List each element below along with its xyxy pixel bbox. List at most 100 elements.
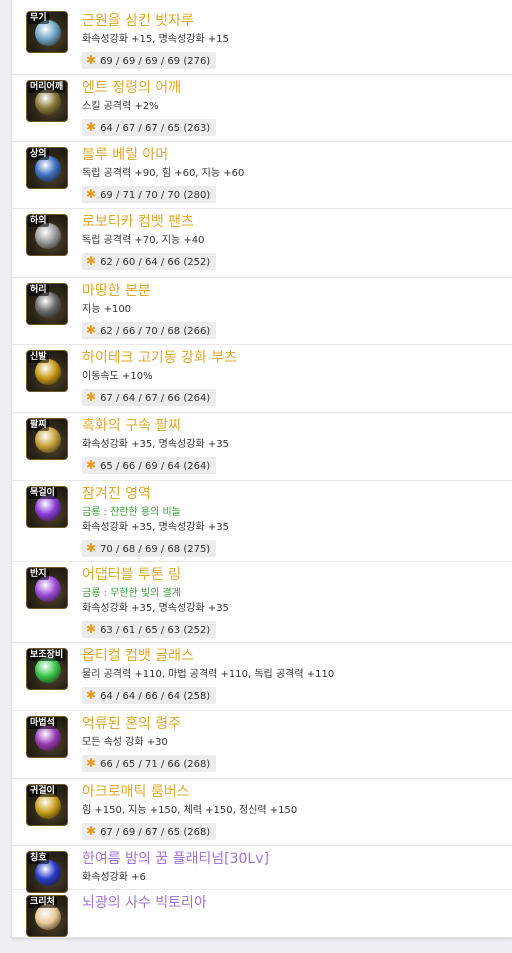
item-option: 지능 +100	[82, 304, 132, 315]
item-stats-value: 69 / 71 / 70 / 70 (280)	[100, 190, 211, 201]
item-name[interactable]: 엔트 정령의 어깨	[82, 79, 181, 97]
item-icon[interactable]: 신발	[26, 350, 68, 392]
item-name[interactable]: 아크로매틱 룸버스	[82, 783, 190, 801]
item-option: 화속성강화 +35, 명속성강화 +35	[82, 439, 229, 450]
slot-label: 신발	[28, 352, 49, 363]
item-option: 독립 공격력 +90, 힘 +60, 지능 +60	[82, 168, 245, 179]
item-icon[interactable]: 무기	[26, 11, 68, 53]
star-icon: ✱	[86, 120, 97, 134]
star-icon: ✱	[86, 254, 97, 268]
star-icon: ✱	[86, 187, 97, 201]
star-icon: ✱	[86, 323, 97, 337]
star-icon: ✱	[86, 688, 97, 702]
item-stats-value: 64 / 67 / 67 / 65 (263)	[100, 123, 211, 134]
item-icon[interactable]: 목걸이	[26, 486, 68, 528]
item-name[interactable]: 흑화의 구속 팔찌	[82, 417, 181, 435]
item-stats-value: 62 / 66 / 70 / 68 (266)	[100, 326, 211, 337]
item-name[interactable]: 억류된 혼의 령주	[82, 715, 181, 733]
item-option: 독립 공격력 +70, 지능 +40	[82, 235, 205, 246]
equipment-row[interactable]: 무기 근원을 삼킨 빗자루화속성강화 +15, 명속성강화 +15 ✱ 69 / 69…	[12, 0, 512, 75]
item-stats-value: 69 / 69 / 69 / 69 (276)	[100, 56, 211, 67]
item-option: 모든 속성 강화 +30	[82, 737, 168, 748]
slot-label: 목걸이	[28, 488, 57, 499]
star-icon: ✱	[86, 756, 97, 770]
item-stats-badge: ✱ 69 / 69 / 69 / 69 (276)	[82, 52, 217, 69]
slot-label: 반지	[28, 569, 49, 580]
slot-label: 귀걸이	[28, 786, 57, 797]
item-option: 물리 공격력 +110, 마법 공격력 +110, 독립 공격력 +110	[82, 669, 335, 680]
equipment-row[interactable]: 보조장비 옵티컬 컴뱃 글래스물리 공격력 +110, 마법 공격력 +110, …	[12, 643, 512, 711]
item-name[interactable]: 하이테크 고기동 강화 부츠	[82, 349, 237, 367]
slot-label: 하의	[28, 216, 49, 227]
equipment-row[interactable]: 머리어깨 엔트 정령의 어깨스킬 공격력 +2% ✱ 64 / 67 / 67 / 6…	[12, 75, 512, 142]
item-stats-badge: ✱ 63 / 61 / 65 / 63 (252)	[82, 621, 217, 638]
item-icon[interactable]: 귀걸이	[26, 784, 68, 826]
item-stats-value: 64 / 64 / 66 / 64 (258)	[100, 691, 211, 702]
star-icon: ✱	[86, 541, 97, 555]
item-name[interactable]: 마땅한 본분	[82, 282, 151, 300]
slot-label: 크리처	[28, 897, 57, 908]
equipment-row[interactable]: 크리처 뇌광의 사수 빅토리아	[12, 890, 512, 938]
item-name[interactable]: 한여름 밤의 꿈 플래티넘[30Lv]	[82, 850, 269, 868]
item-stats-badge: ✱ 70 / 68 / 69 / 68 (275)	[82, 540, 217, 557]
item-icon[interactable]: 마법석	[26, 716, 68, 758]
item-option: 화속성강화 +35, 명속성강화 +35	[82, 603, 229, 614]
item-stats-badge: ✱ 64 / 64 / 66 / 64 (258)	[82, 687, 217, 704]
item-stats-value: 62 / 60 / 64 / 66 (252)	[100, 257, 211, 268]
slot-label: 상의	[28, 149, 49, 160]
equipment-row[interactable]: 목걸이 잠겨진 영역금룡 : 찬란한 용의 비늘화속성강화 +35, 명속성강화 …	[12, 481, 512, 562]
item-stats-value: 63 / 61 / 65 / 63 (252)	[100, 625, 211, 636]
item-stats-value: 66 / 65 / 71 / 66 (268)	[100, 759, 211, 770]
item-icon[interactable]: 반지	[26, 567, 68, 609]
item-name[interactable]: 블루 베릴 아머	[82, 146, 168, 164]
equipment-panel: 무기 근원을 삼킨 빗자루 화속성강화 +15, 명속성강화 +15 ✱ 69 / 69…	[12, 0, 512, 938]
item-stats-badge: ✱ 67 / 64 / 67 / 66 (264)	[82, 389, 217, 406]
item-stats-value: 65 / 66 / 69 / 64 (264)	[100, 461, 211, 472]
slot-label: 팔찌	[28, 420, 49, 431]
star-icon: ✱	[86, 622, 97, 636]
item-option: 스킬 공격력 +2%	[82, 101, 159, 112]
item-option: 힘 +150, 지능 +150, 체력 +150, 정신력 +150	[82, 805, 298, 816]
item-set-effect: 금룡 : 찬란한 용의 비늘	[82, 507, 181, 518]
item-option: 화속성강화 +35, 명속성강화 +35	[82, 522, 229, 533]
slot-label: 허리	[28, 285, 49, 296]
equipment-row[interactable]: 신발 하이테크 고기동 강화 부츠 이동속도 +10% ✱ 67 / 64 / 67 /…	[12, 345, 512, 413]
equipment-row[interactable]: 팔찌 흑화의 구속 팔찌화속성강화 +35, 명속성강화 +35 ✱ 65 / 66 …	[12, 413, 512, 481]
equipment-row[interactable]: 마법석 억류된 혼의 령주모든 속성 강화 +30 ✱ 66 / 65 / 71 / …	[12, 711, 512, 779]
item-icon[interactable]: 팔찌	[26, 418, 68, 460]
item-name[interactable]: 뇌광의 사수 빅토리아	[82, 894, 207, 912]
equipment-row[interactable]: 하의 로보티카 컴뱃 팬츠독립 공격력 +70, 지능 +40 ✱ 62 / 60 /…	[12, 209, 512, 278]
item-name[interactable]: 로보티카 컴뱃 팬츠	[82, 213, 194, 231]
slot-label: 마법석	[28, 718, 57, 729]
item-stats-badge: ✱ 67 / 69 / 67 / 65 (268)	[82, 823, 217, 840]
item-set-effect: 금룡 : 무한한 빛의 결계	[82, 588, 181, 599]
item-icon[interactable]: 상의	[26, 147, 68, 189]
equipment-row[interactable]: 허리 마땅한 본분지능 +100 ✱ 62 / 66 / 70 / 68 (266)	[12, 278, 512, 345]
item-option: 화속성강화 +15, 명속성강화 +15	[82, 34, 229, 45]
item-icon[interactable]: 크리처	[26, 895, 68, 937]
item-stats-badge: ✱ 65 / 66 / 69 / 64 (264)	[82, 457, 217, 474]
equipment-row[interactable]: 귀걸이 아크로매틱 룸버스힘 +150, 지능 +150, 체력 +150, 정신…	[12, 779, 512, 846]
star-icon: ✱	[86, 824, 97, 838]
slot-label: 칭호	[28, 853, 49, 864]
item-icon[interactable]: 칭호	[26, 851, 68, 893]
item-icon[interactable]: 보조장비	[26, 648, 68, 690]
item-name[interactable]: 옵티컬 컴뱃 글래스	[82, 647, 194, 665]
item-icon[interactable]: 허리	[26, 283, 68, 325]
equipment-row[interactable]: 칭호 한여름 밤의 꿈 플래티넘[30Lv] 화속성강화 +6	[12, 846, 512, 893]
item-stats-value: 67 / 64 / 67 / 66 (264)	[100, 393, 211, 404]
equipment-row[interactable]: 상의 블루 베릴 아머독립 공격력 +90, 힘 +60, 지능 +60 ✱ 69 /…	[12, 142, 512, 209]
star-icon: ✱	[86, 390, 97, 404]
item-stats-value: 70 / 68 / 69 / 68 (275)	[100, 544, 211, 555]
equipment-row[interactable]: 반지 어댑터블 투톤 링금룡 : 무한한 빛의 결계화속성강화 +35, 명속성강…	[12, 562, 512, 643]
slot-label: 보조장비	[28, 650, 66, 661]
item-name[interactable]: 어댑터블 투톤 링	[82, 566, 181, 584]
item-stats-badge: ✱ 62 / 60 / 64 / 66 (252)	[82, 253, 217, 270]
item-icon[interactable]: 하의	[26, 214, 68, 256]
item-name[interactable]: 잠겨진 영역	[82, 485, 151, 503]
item-stats-badge: ✱ 64 / 67 / 67 / 65 (263)	[82, 119, 217, 136]
star-icon: ✱	[86, 53, 97, 67]
item-option: 화속성강화 +6	[82, 872, 146, 883]
item-icon[interactable]: 머리어깨	[26, 80, 68, 122]
item-name[interactable]: 근원을 삼킨 빗자루	[82, 12, 194, 30]
